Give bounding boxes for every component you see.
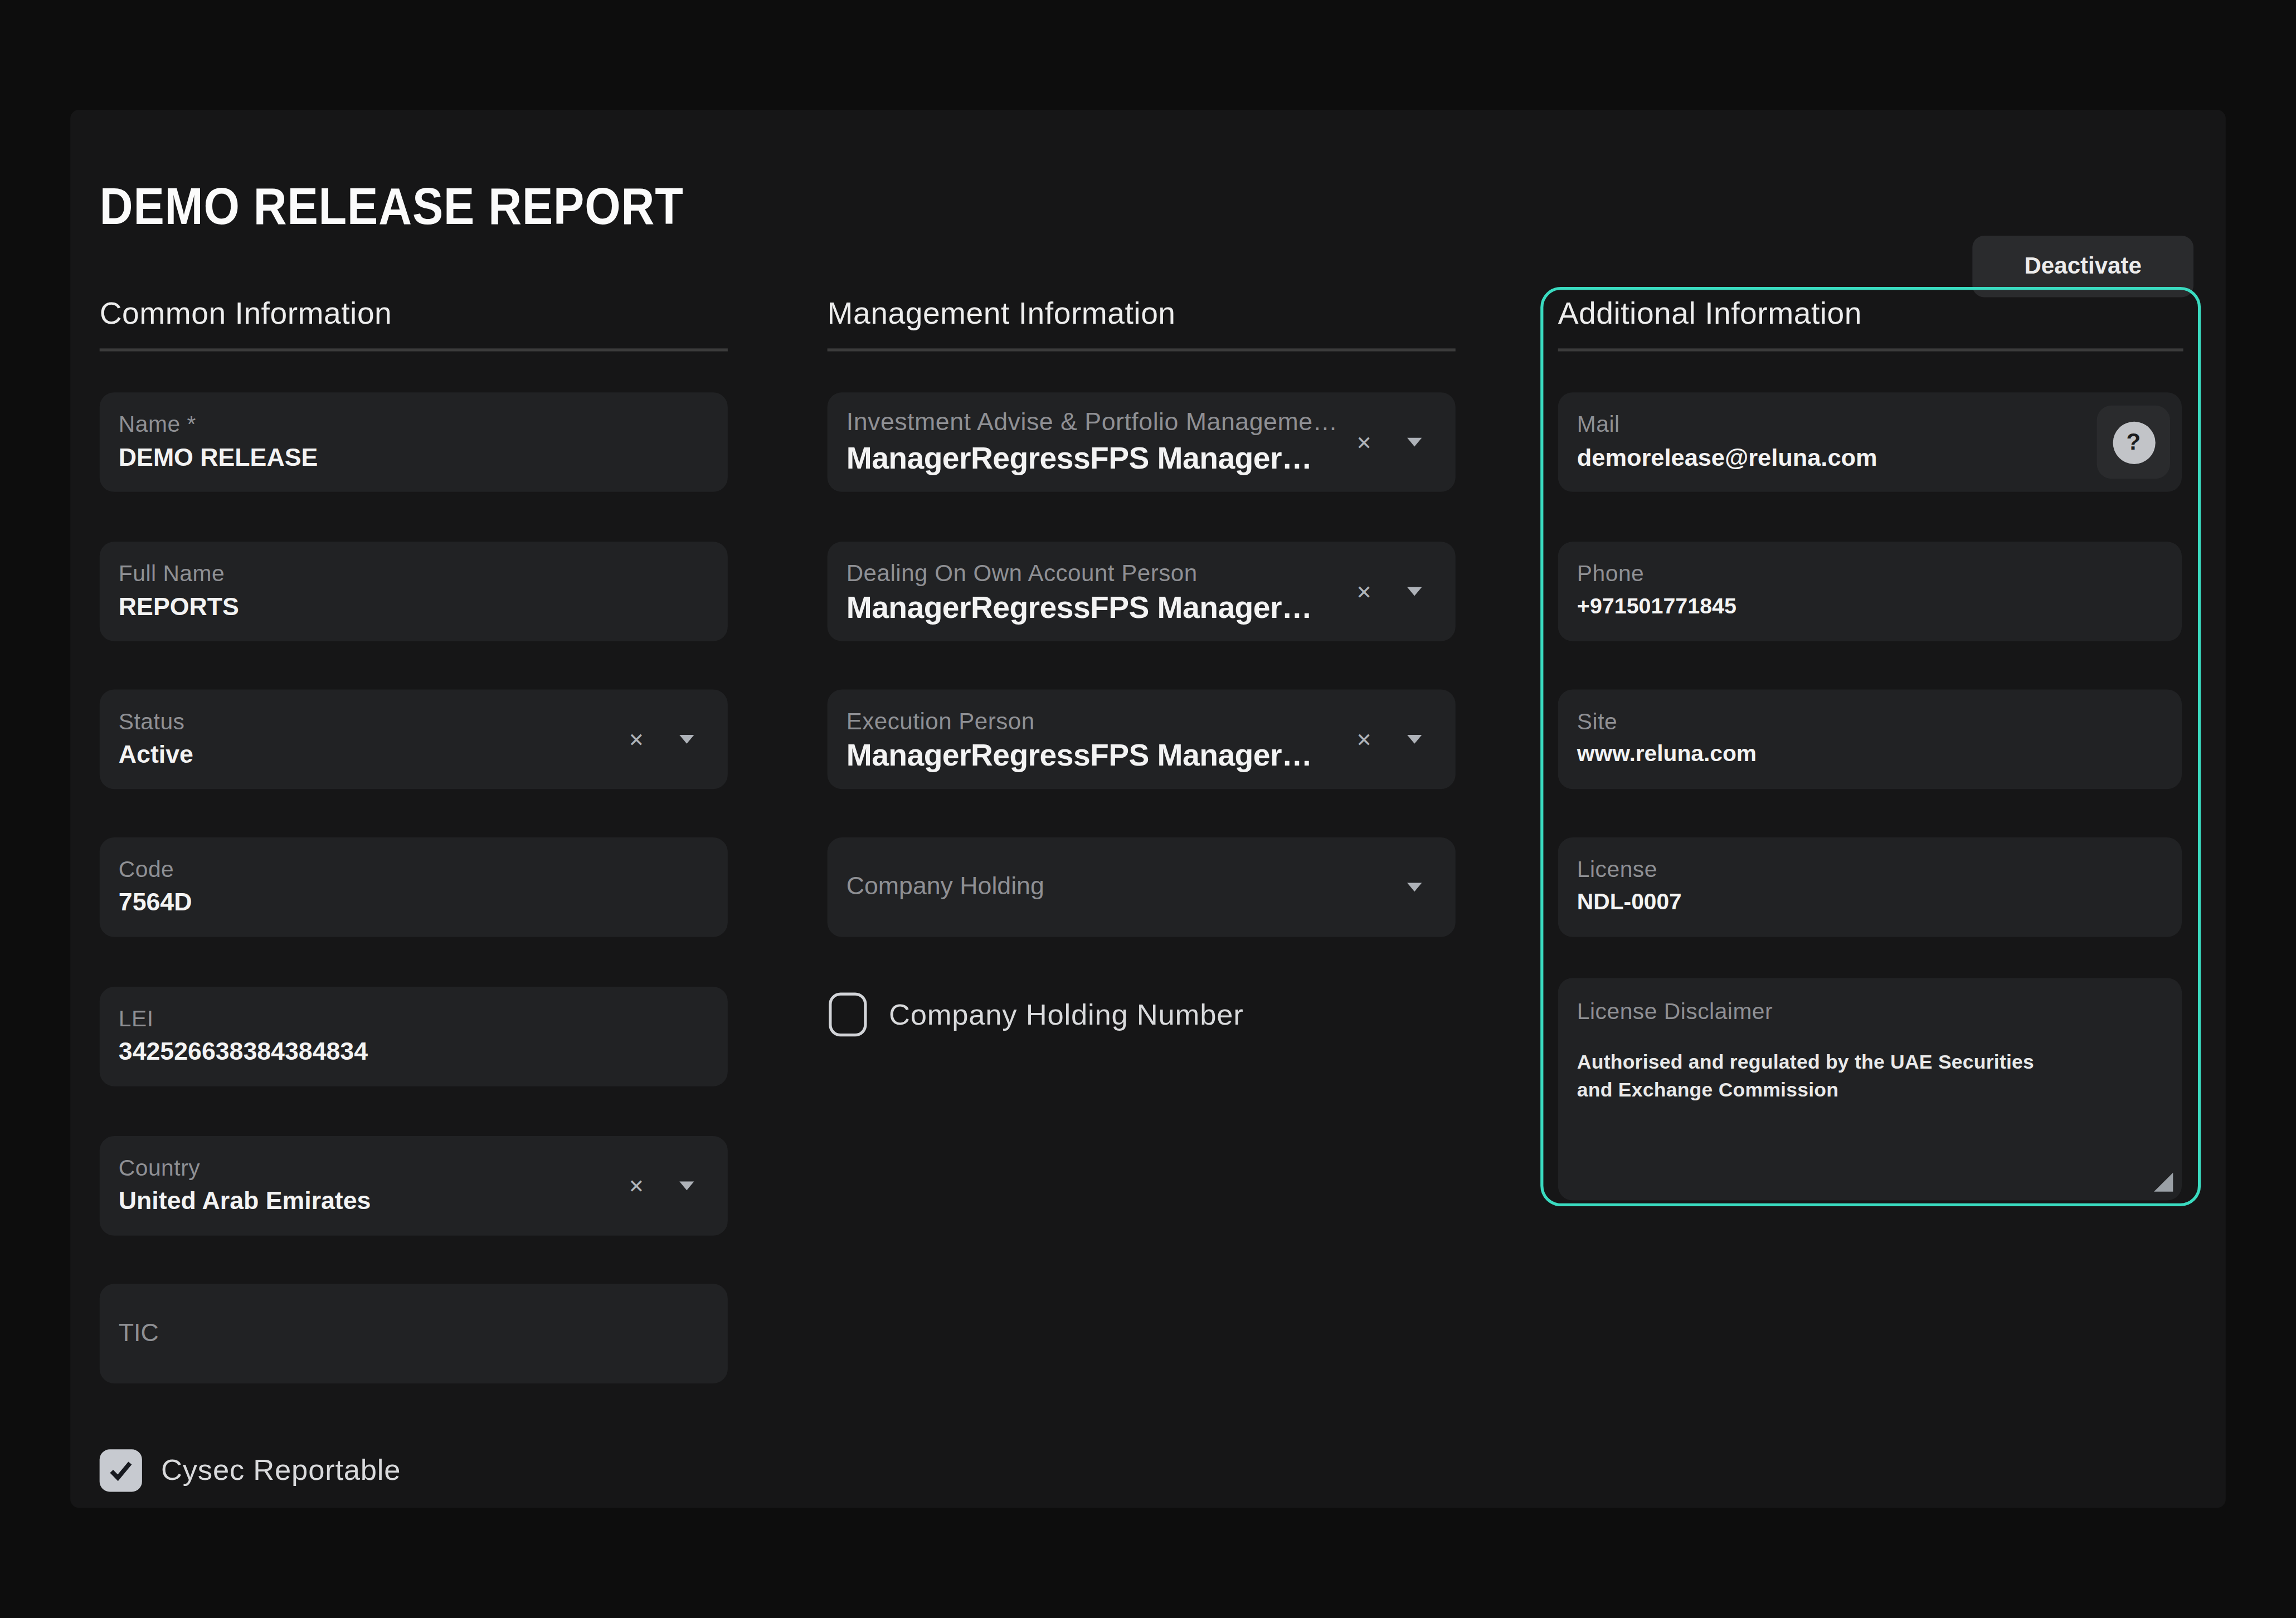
investment-advise-clear-icon[interactable]: ✕ [1356,432,1372,451]
license-disclaimer-label: License Disclaimer [1577,998,1773,1025]
status-clear-icon[interactable]: ✕ [628,730,644,749]
execution-person-clear-icon[interactable]: ✕ [1356,730,1372,749]
cysec-reportable-checkbox[interactable] [100,1449,142,1492]
status-value: Active [119,741,193,771]
license-value: NDL-0007 [1577,889,1682,915]
section-title-common: Common Information [100,296,392,331]
help-icon: ? [2112,421,2154,463]
status-dropdown-icon[interactable] [679,735,694,744]
form-panel: DEMO RELEASE REPORT Deactivate Common In… [70,110,2226,1508]
tic-field[interactable]: TIC [100,1284,728,1383]
company-holding-number-row: Company Holding Number [829,992,1243,1036]
execution-person-label: Execution Person [847,709,1035,735]
phone-field[interactable]: Phone +971501771845 [1558,542,2182,641]
company-holding-placeholder: Company Holding [847,837,1044,937]
country-label: Country [119,1155,200,1181]
dealing-person-label: Dealing On Own Account Person [847,561,1198,587]
license-disclaimer-value: Authorised and regulated by the UAE Secu… [1577,1048,2034,1104]
investment-advise-dropdown-icon[interactable] [1407,438,1422,447]
full-name-field[interactable]: Full Name REPORTS [100,542,728,641]
name-field[interactable]: Name * DEMO RELEASE [100,392,728,492]
license-field[interactable]: License NDL-0007 [1558,837,2182,937]
license-disclaimer-field[interactable]: License Disclaimer Authorised and regula… [1558,978,2182,1200]
name-value: DEMO RELEASE [119,444,318,473]
execution-person-field[interactable]: Execution Person ManagerRegressFPS Manag… [828,690,1456,789]
code-value: 7564D [119,889,192,918]
divider-common [100,348,728,351]
license-label: License [1577,856,1657,883]
divider-additional [1558,348,2183,351]
mail-field[interactable]: Mail demorelease@reluna.com ? [1558,392,2182,492]
lei-value: 342526638384384834 [119,1038,368,1068]
tic-placeholder: TIC [119,1284,159,1383]
dealing-person-clear-icon[interactable]: ✕ [1356,582,1372,601]
full-name-label: Full Name [119,561,225,587]
site-field[interactable]: Site www.reluna.com [1558,690,2182,789]
country-field[interactable]: Country United Arab Emirates ✕ [100,1136,728,1236]
dealing-person-dropdown-icon[interactable] [1407,587,1422,596]
name-label: Name * [119,411,196,437]
phone-value: +971501771845 [1577,593,1736,618]
site-value: www.reluna.com [1577,741,1757,767]
country-clear-icon[interactable]: ✕ [628,1176,644,1195]
dealing-person-value: ManagerRegressFPS Manager… [847,590,1312,625]
mail-help-button[interactable]: ? [2097,406,2170,479]
code-field[interactable]: Code 7564D [100,837,728,937]
phone-label: Phone [1577,561,1644,587]
company-holding-number-label: Company Holding Number [889,998,1244,1031]
mail-value: demorelease@reluna.com [1577,444,1877,471]
status-label: Status [119,709,185,735]
company-holding-number-checkbox[interactable] [829,992,867,1036]
cysec-reportable-row: Cysec Reportable [100,1449,401,1492]
divider-management [828,348,1456,351]
country-dropdown-icon[interactable] [679,1181,694,1190]
lei-field[interactable]: LEI 342526638384384834 [100,987,728,1086]
app-root: DEMO RELEASE REPORT Deactivate Common In… [0,0,2296,1617]
mail-label: Mail [1577,411,1620,437]
disclaimer-line: Authorised and regulated by the UAE Secu… [1577,1048,2034,1076]
investment-advise-field[interactable]: Investment Advise & Portfolio Manageme… … [828,392,1456,492]
investment-advise-label: Investment Advise & Portfolio Manageme… [847,408,1338,438]
section-title-management: Management Information [828,296,1176,331]
lei-label: LEI [119,1006,154,1032]
page-title: DEMO RELEASE REPORT [100,177,684,236]
code-label: Code [119,856,174,883]
disclaimer-line: and Exchange Commission [1577,1076,2034,1104]
full-name-value: REPORTS [119,593,239,622]
resize-handle-icon[interactable] [2154,1173,2173,1192]
cysec-reportable-label: Cysec Reportable [161,1454,401,1487]
company-holding-field[interactable]: Company Holding [828,837,1456,937]
status-field[interactable]: Status Active ✕ [100,690,728,789]
site-label: Site [1577,709,1617,735]
section-title-additional: Additional Information [1558,296,1862,331]
deactivate-button[interactable]: Deactivate [1972,236,2193,297]
checkmark-icon [107,1456,135,1484]
dealing-person-field[interactable]: Dealing On Own Account Person ManagerReg… [828,542,1456,641]
investment-advise-value: ManagerRegressFPS Manager… [847,441,1312,476]
company-holding-dropdown-icon[interactable] [1407,883,1422,891]
country-value: United Arab Emirates [119,1187,371,1217]
execution-person-value: ManagerRegressFPS Manager… [847,738,1312,773]
execution-person-dropdown-icon[interactable] [1407,735,1422,744]
